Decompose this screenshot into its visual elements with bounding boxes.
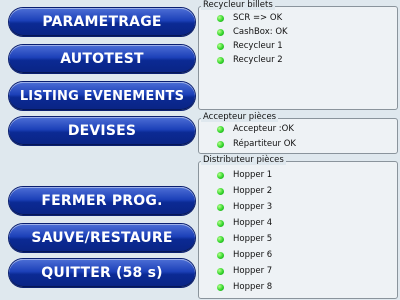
status-led-icon — [217, 42, 224, 50]
autotest-button[interactable]: AUTOTEST — [9, 45, 195, 73]
status-row: SCR => OK — [217, 13, 282, 23]
status-label: Hopper 8 — [233, 282, 273, 292]
status-row: Recycleur 1 — [217, 41, 283, 51]
status-led-icon — [217, 140, 224, 148]
status-row: Hopper 8 — [217, 282, 272, 292]
status-label: Recycleur 2 — [233, 55, 283, 65]
status-label: Hopper 6 — [233, 250, 273, 260]
status-row: Recycleur 2 — [217, 55, 283, 65]
status-row: Hopper 1 — [217, 170, 272, 180]
status-label: Hopper 1 — [233, 170, 273, 180]
status-label: CashBox: OK — [233, 27, 288, 37]
status-label: Recycleur 1 — [233, 41, 283, 51]
status-led-icon — [217, 219, 224, 227]
status-label: Hopper 7 — [233, 266, 273, 276]
status-label: Hopper 2 — [233, 186, 273, 196]
accepteur-pieces-panel: Accepteur pièces Accepteur :OK Répartite… — [198, 112, 398, 154]
status-led-icon — [217, 14, 224, 22]
distributeur-pieces-panel: Distributeur pièces Hopper 1 Hopper 2 Ho… — [198, 155, 398, 299]
recycleur-billets-panel: Recycleur billets SCR => OK CashBox: OK … — [198, 0, 398, 110]
status-label: Répartiteur OK — [233, 139, 296, 149]
status-row: Hopper 3 — [217, 202, 272, 212]
status-led-icon — [217, 28, 224, 36]
status-row: Hopper 7 — [217, 266, 272, 276]
status-row: Accepteur :OK — [217, 124, 294, 134]
status-led-icon — [217, 203, 224, 211]
status-row: Hopper 5 — [217, 234, 272, 244]
status-label: Hopper 3 — [233, 202, 273, 212]
status-led-icon — [217, 283, 224, 291]
panel-title: Recycleur billets — [201, 0, 275, 10]
status-led-icon — [217, 251, 224, 259]
status-row: Hopper 4 — [217, 218, 272, 228]
status-led-icon — [217, 267, 224, 275]
status-row: Répartiteur OK — [217, 139, 296, 149]
listing-evenements-button[interactable]: LISTING EVENEMENTS — [9, 82, 195, 110]
status-led-icon — [217, 235, 224, 243]
status-label: Hopper 5 — [233, 234, 273, 244]
devises-button[interactable]: DEVISES — [9, 117, 195, 145]
status-led-icon — [217, 171, 224, 179]
status-led-icon — [217, 125, 224, 133]
fermer-prog-button[interactable]: FERMER PROG. — [9, 187, 195, 215]
sauve-restaure-button[interactable]: SAUVE/RESTAURE — [9, 224, 195, 252]
status-row: Hopper 2 — [217, 186, 272, 196]
status-row: Hopper 6 — [217, 250, 272, 260]
status-label: SCR => OK — [233, 13, 283, 23]
parametrage-button[interactable]: PARAMETRAGE — [9, 8, 195, 36]
status-label: Accepteur :OK — [233, 124, 294, 134]
panel-title: Distributeur pièces — [201, 155, 286, 165]
status-row: CashBox: OK — [217, 27, 288, 37]
status-led-icon — [217, 56, 224, 64]
status-label: Hopper 4 — [233, 218, 273, 228]
panel-title: Accepteur pièces — [201, 112, 279, 122]
quitter-button[interactable]: QUITTER (58 s) — [9, 259, 195, 287]
status-led-icon — [217, 187, 224, 195]
